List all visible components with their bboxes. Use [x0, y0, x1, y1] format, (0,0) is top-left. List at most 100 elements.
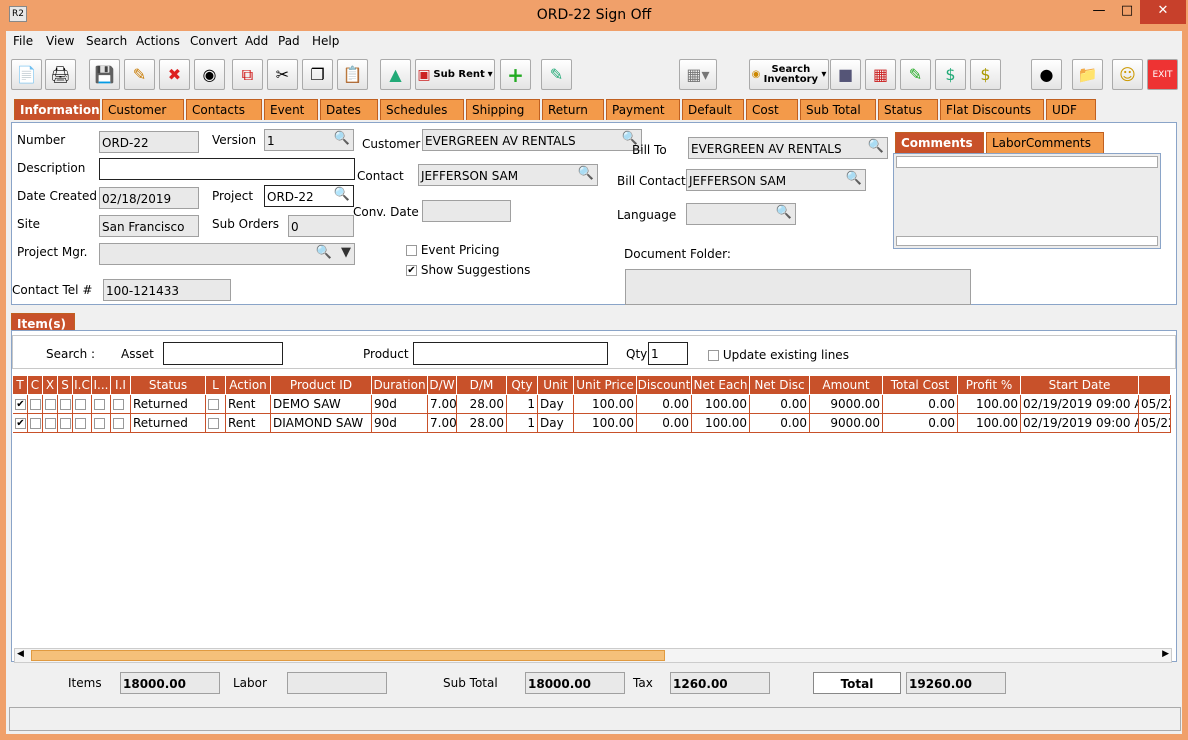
cell-unit-price[interactable]: 100.00 [574, 395, 637, 414]
bill-to-field[interactable]: EVERGREEN AV RENTALS 🔍 [688, 137, 888, 159]
balls-icon[interactable]: ● [1031, 59, 1062, 90]
language-field[interactable]: 🔍 [686, 203, 796, 225]
asset-input[interactable] [163, 342, 283, 365]
cell-checkbox[interactable] [43, 414, 58, 433]
search-icon[interactable]: 🔍 [334, 187, 350, 202]
cell-dm[interactable]: 28.00 [457, 395, 507, 414]
column-header[interactable]: Unit Price [574, 376, 637, 394]
column-header[interactable]: I... [92, 376, 111, 394]
column-header[interactable]: Total Cost [883, 376, 958, 394]
contact-tel-field[interactable]: 100-121433 [103, 279, 231, 301]
column-header[interactable]: D/M [457, 376, 507, 394]
cell-qty[interactable]: 1 [507, 395, 538, 414]
bill-contact-field[interactable]: JEFFERSON SAM 🔍 [686, 169, 866, 191]
column-header[interactable]: Action [226, 376, 271, 394]
column-header[interactable]: Unit [538, 376, 574, 394]
shapes-icon[interactable]: ▲ [380, 59, 411, 90]
document-folder-field[interactable] [625, 269, 971, 305]
cell-checkbox[interactable] [73, 395, 92, 414]
menu-help[interactable]: Help [312, 34, 339, 48]
cell-discount[interactable]: 0.00 [637, 395, 692, 414]
search-icon[interactable]: 🔍 [776, 205, 792, 220]
column-header[interactable]: Amount [810, 376, 883, 394]
menu-file[interactable]: File [13, 34, 33, 48]
project-field[interactable]: ORD-22 🔍 [264, 185, 354, 207]
tab-default[interactable]: Default [682, 99, 744, 120]
search-inventory-button[interactable]: ◉ Search Inventory ▾ [749, 59, 829, 90]
find-icon[interactable]: ◉ [194, 59, 225, 90]
cell-unit[interactable]: Day [538, 395, 574, 414]
cell-profit[interactable]: 100.00 [958, 414, 1021, 433]
cell-profit[interactable]: 100.00 [958, 395, 1021, 414]
event-pricing-checkbox[interactable]: Event Pricing [406, 243, 499, 257]
cell-checkbox[interactable] [28, 414, 43, 433]
tab-sub-total[interactable]: Sub Total [800, 99, 876, 120]
date-created-field[interactable]: 02/18/2019 [99, 187, 199, 209]
comments-area[interactable] [893, 153, 1161, 249]
tab-flat-discounts[interactable]: Flat Discounts [940, 99, 1044, 120]
menu-view[interactable]: View [46, 34, 74, 48]
search-icon[interactable]: 🔍 [334, 131, 350, 146]
tab-cost[interactable]: Cost [746, 99, 798, 120]
tab-status[interactable]: Status [878, 99, 938, 120]
new-icon[interactable]: 📄 [11, 59, 42, 90]
cell-unit[interactable]: Day [538, 414, 574, 433]
tab-labor-comments[interactable]: LaborComments [986, 132, 1104, 153]
menu-convert[interactable]: Convert [190, 34, 237, 48]
project-mgr-field[interactable]: 🔍 ▼ [99, 243, 355, 265]
site-field[interactable]: San Francisco [99, 215, 199, 237]
chevron-down-icon[interactable]: ▼ [341, 245, 351, 260]
cell-end[interactable]: 05/22 [1139, 414, 1171, 433]
cell-checkbox[interactable]: ✔ [13, 414, 28, 433]
money-transfer-icon[interactable]: $ [935, 59, 966, 90]
cell-checkbox[interactable] [28, 395, 43, 414]
search-icon[interactable]: 🔍 [578, 166, 594, 181]
column-header[interactable]: X [43, 376, 58, 394]
column-header[interactable]: I.C [73, 376, 92, 394]
delete-icon[interactable]: ✖ [159, 59, 190, 90]
paste-icon[interactable]: 📋 [337, 59, 368, 90]
scroll-left-icon[interactable]: ◀ [17, 649, 24, 659]
cell-duration[interactable]: 90d [372, 395, 428, 414]
cell-end[interactable]: 05/22 [1139, 395, 1171, 414]
cell-checkbox[interactable] [58, 414, 73, 433]
tab-udf[interactable]: UDF [1046, 99, 1096, 120]
cell-duration[interactable]: 90d [372, 414, 428, 433]
scrollbar-thumb[interactable] [31, 650, 665, 661]
cell-total-cost[interactable]: 0.00 [883, 414, 958, 433]
conv-date-field[interactable] [422, 200, 511, 222]
cell-net-disc[interactable]: 0.00 [750, 414, 810, 433]
cut-icon[interactable]: ✂ [267, 59, 298, 90]
folder-icon[interactable]: 📁 [1072, 59, 1103, 90]
column-header[interactable]: Discount [637, 376, 692, 394]
tab-contacts[interactable]: Contacts [186, 99, 262, 120]
menu-actions[interactable]: Actions [136, 34, 180, 48]
column-header[interactable]: T [13, 376, 28, 394]
menu-add[interactable]: Add [245, 34, 268, 48]
cell-qty[interactable]: 1 [507, 414, 538, 433]
add-line-icon[interactable]: + [500, 59, 531, 90]
cell-checkbox[interactable] [73, 414, 92, 433]
contact-field[interactable]: JEFFERSON SAM 🔍 [418, 164, 598, 186]
cell-status[interactable]: Returned [131, 395, 206, 414]
product-input[interactable] [413, 342, 608, 365]
cell-dw[interactable]: 7.00 [428, 414, 457, 433]
cell-dw[interactable]: 7.00 [428, 395, 457, 414]
column-header[interactable]: Qty [507, 376, 538, 394]
cell-checkbox[interactable] [92, 395, 111, 414]
cell-checkbox[interactable] [206, 414, 226, 433]
sub-orders-field[interactable]: 0 [288, 215, 354, 237]
edit-icon[interactable]: ✎ [124, 59, 155, 90]
column-header[interactable]: Net Each [692, 376, 750, 394]
tab-dates[interactable]: Dates [320, 99, 378, 120]
show-suggestions-checkbox[interactable]: ✔ Show Suggestions [406, 263, 530, 277]
cell-action[interactable]: Rent [226, 395, 271, 414]
cell-start-date[interactable]: 02/19/2019 09:00 AM [1021, 414, 1139, 433]
column-header[interactable]: S [58, 376, 73, 394]
notes-icon[interactable]: ✎ [541, 59, 572, 90]
cell-product-id[interactable]: DEMO SAW [271, 395, 372, 414]
save-icon[interactable]: 💾 [89, 59, 120, 90]
column-header[interactable] [1139, 376, 1171, 394]
column-header[interactable]: D/W [428, 376, 457, 394]
cell-product-id[interactable]: DIAMOND SAW [271, 414, 372, 433]
